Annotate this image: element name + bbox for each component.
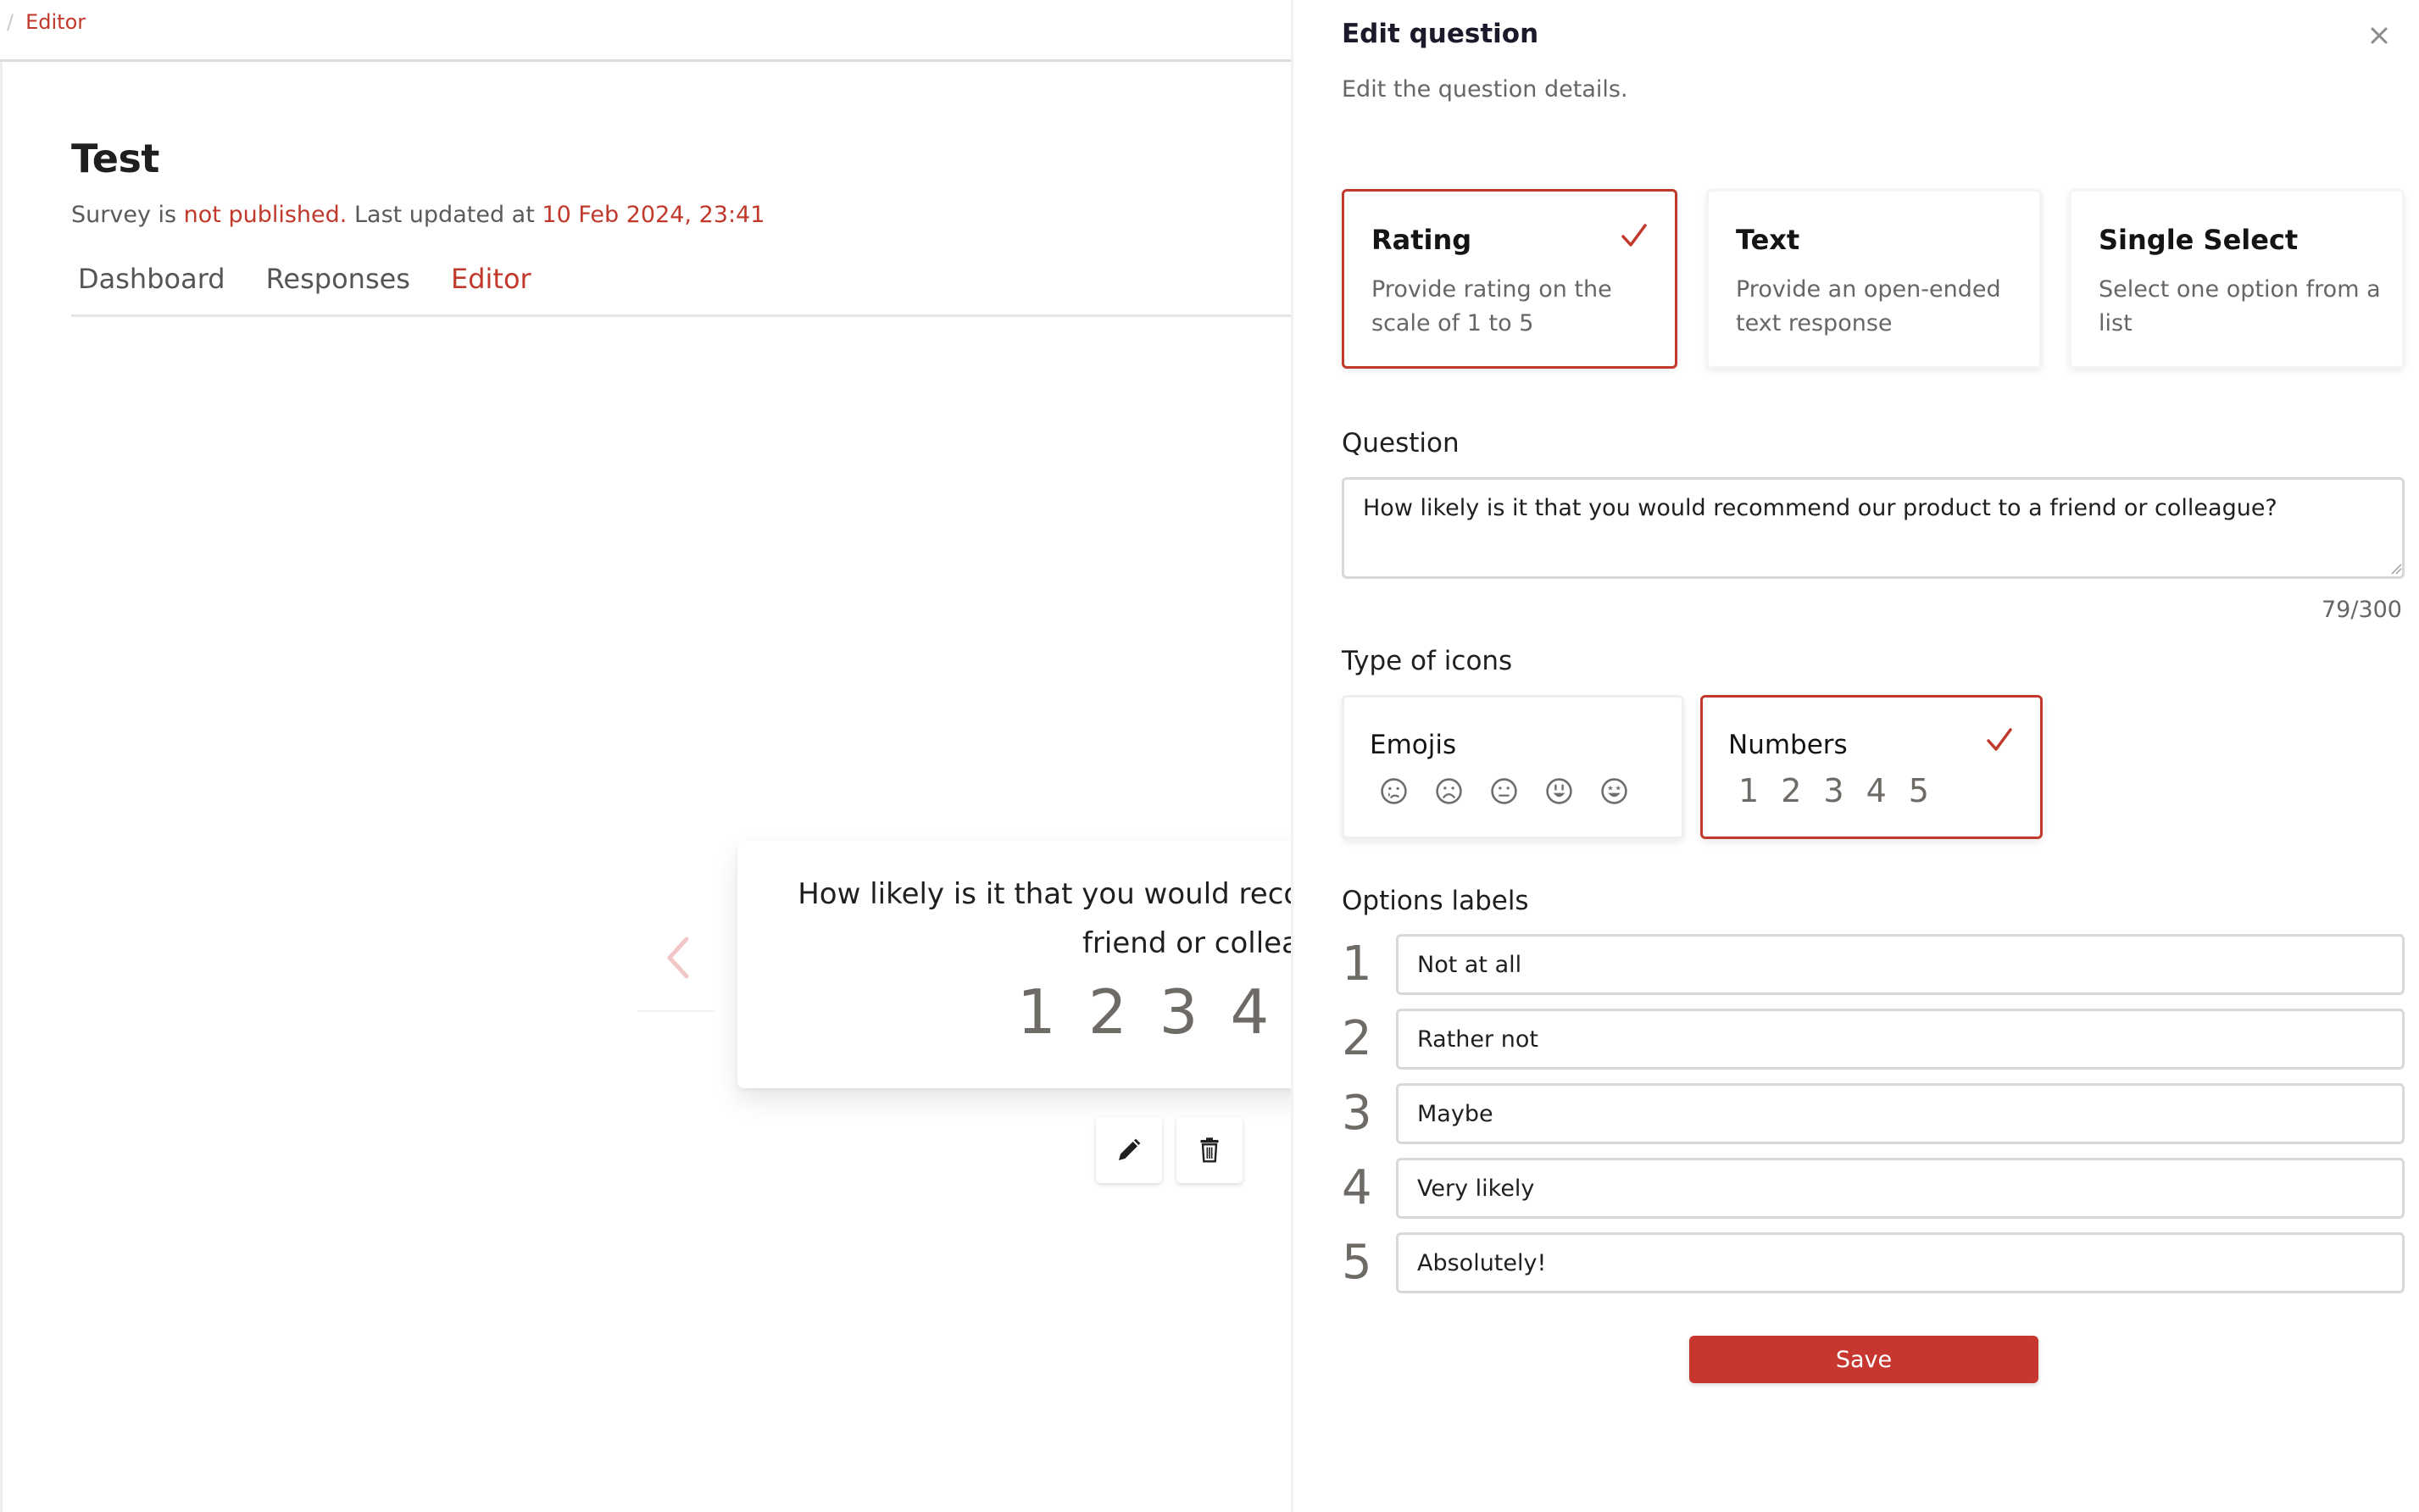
icon-type-title: Numbers	[1728, 730, 1848, 760]
check-icon	[1987, 728, 2012, 751]
trash-icon	[1200, 1137, 1219, 1163]
close-icon	[2371, 27, 2388, 44]
number-preview: 3	[1823, 772, 1844, 809]
question-type-single-select[interactable]: Single Select Select one option from a l…	[2069, 189, 2405, 369]
number-preview-row: 1 2 3 4 5	[1738, 772, 1929, 809]
neutral-face-icon	[1491, 778, 1517, 804]
option-label-input-3[interactable]	[1396, 1083, 2405, 1144]
question-type-title: Rating	[1371, 224, 1472, 256]
survey-tabs: Dashboard Responses Editor	[71, 263, 1292, 317]
resize-handle-icon[interactable]	[2390, 563, 2402, 575]
option-number: 1	[1342, 937, 1372, 992]
chevron-left-icon	[667, 937, 689, 979]
breadcrumb: / Editor	[7, 10, 86, 34]
edit-question-button[interactable]	[1096, 1117, 1162, 1183]
icon-type-title: Emojis	[1370, 730, 1457, 760]
option-label-input-4[interactable]	[1396, 1158, 2405, 1219]
svg-text:★: ★	[1615, 783, 1621, 792]
top-bar: / Editor	[0, 0, 1292, 62]
smiling-face-icon	[1546, 778, 1572, 804]
option-label-input-2[interactable]	[1396, 1009, 2405, 1070]
frowning-face-icon	[1436, 778, 1462, 804]
option-number: 5	[1342, 1235, 1372, 1290]
option-row: 3	[1342, 1083, 2405, 1144]
question-type-description: Provide an open-ended text response	[1736, 276, 2001, 336]
pencil-icon	[1119, 1138, 1141, 1160]
svg-text:★: ★	[1607, 783, 1613, 792]
option-row: 2	[1342, 1009, 2405, 1070]
survey-status-line: Survey is not published. Last updated at…	[71, 202, 765, 228]
page-title: Test	[71, 136, 159, 181]
star-struck-face-icon: ★ ★	[1601, 778, 1627, 804]
updated-timestamp: 10 Feb 2024, 23:41	[542, 202, 765, 228]
question-type-title: Text	[1736, 224, 1800, 256]
preview-rating-numbers: 1 2 3 4 5	[1017, 976, 1331, 1048]
tab-editor[interactable]: Editor	[451, 263, 531, 314]
status-badge: not published.	[183, 202, 348, 228]
crying-face-icon	[1381, 778, 1407, 804]
option-row: 4	[1342, 1158, 2405, 1219]
preview-rating-option[interactable]: 3	[1159, 976, 1198, 1048]
icon-type-numbers[interactable]: Numbers 1 2 3 4 5	[1700, 695, 2043, 839]
option-row: 5	[1342, 1232, 2405, 1293]
icon-type-label: Type of icons	[1342, 646, 1513, 676]
preview-rating-option[interactable]: 2	[1088, 976, 1127, 1048]
number-preview: 4	[1866, 772, 1887, 809]
number-preview: 5	[1908, 772, 1929, 809]
edit-question-panel: Edit question Edit the question details.…	[1291, 0, 2419, 1512]
previous-question-button[interactable]	[653, 932, 703, 983]
question-type-description: Select one option from a list	[2099, 276, 2381, 336]
tab-responses[interactable]: Responses	[266, 263, 410, 314]
divider	[637, 1010, 715, 1012]
status-prefix: Survey is	[71, 202, 177, 228]
close-panel-button[interactable]	[2364, 20, 2394, 51]
check-icon	[1621, 224, 1647, 247]
updated-prefix: Last updated at	[353, 202, 535, 228]
save-button[interactable]: Save	[1689, 1336, 2038, 1383]
character-counter: 79/300	[2322, 597, 2402, 623]
preview-rating-option[interactable]: 1	[1017, 976, 1056, 1048]
option-number: 2	[1342, 1011, 1372, 1066]
panel-title: Edit question	[1342, 19, 1539, 49]
panel-subtitle: Edit the question details.	[1342, 76, 1628, 103]
tab-dashboard[interactable]: Dashboard	[78, 263, 225, 314]
preview-question-text: How likely is it that you would recommen…	[798, 877, 1331, 960]
options-labels-heading: Options labels	[1342, 886, 1529, 916]
breadcrumb-separator: /	[7, 10, 14, 34]
question-type-text[interactable]: Text Provide an open-ended text response	[1706, 189, 2042, 369]
question-input[interactable]	[1342, 477, 2405, 579]
preview-rating-option[interactable]: 4	[1230, 976, 1269, 1048]
option-number: 3	[1342, 1086, 1372, 1141]
number-preview: 2	[1781, 772, 1802, 809]
question-type-title: Single Select	[2099, 224, 2299, 256]
emoji-preview-row: ★ ★	[1380, 777, 1628, 805]
question-type-rating[interactable]: Rating Provide rating on the scale of 1 …	[1342, 189, 1677, 369]
option-label-input-1[interactable]	[1396, 934, 2405, 995]
icon-type-emojis[interactable]: Emojis ★ ★	[1342, 695, 1684, 839]
number-preview: 1	[1738, 772, 1760, 809]
option-label-input-5[interactable]	[1396, 1232, 2405, 1293]
question-type-description: Provide rating on the scale of 1 to 5	[1371, 276, 1612, 336]
question-preview-card: How likely is it that you would recommen…	[737, 841, 1331, 1088]
option-number: 4	[1342, 1160, 1372, 1215]
delete-question-button[interactable]	[1176, 1117, 1243, 1183]
question-label: Question	[1342, 428, 1460, 459]
breadcrumb-item-editor[interactable]: Editor	[25, 10, 86, 34]
option-row: 1	[1342, 934, 2405, 995]
